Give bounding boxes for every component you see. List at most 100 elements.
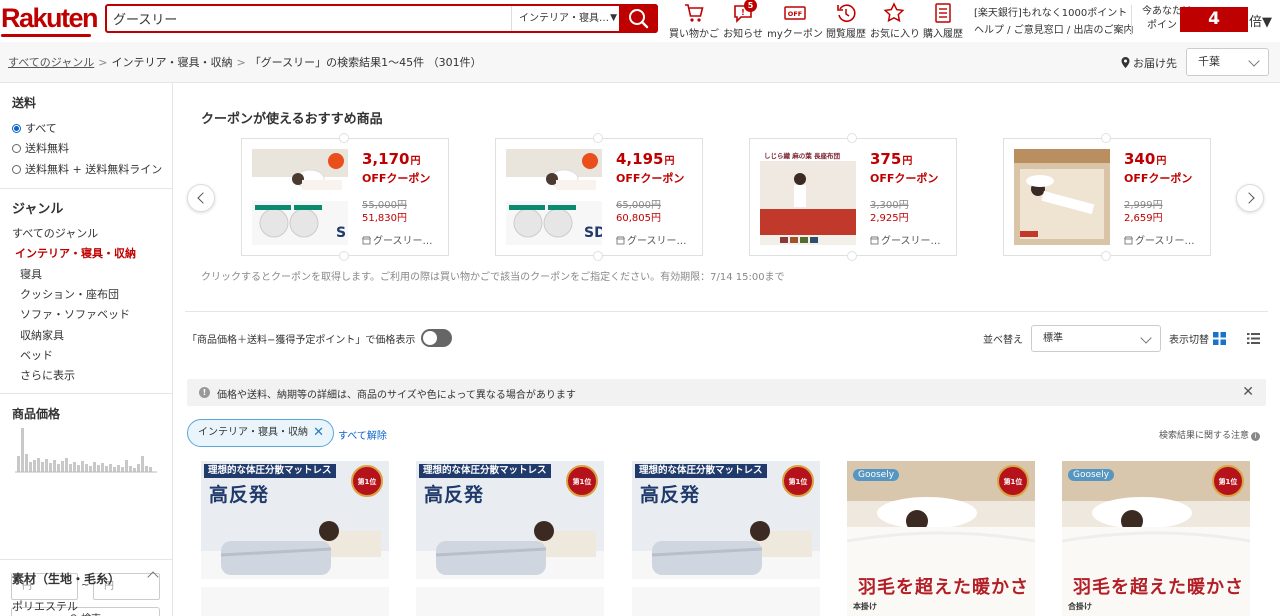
close-icon[interactable]: ✕	[313, 420, 324, 446]
search-genre-value: インテリア・寝具…	[519, 13, 609, 24]
divider	[0, 188, 172, 189]
coupon-amount: 375円	[870, 150, 913, 168]
notification-badge: 5	[744, 0, 757, 12]
purchase-history-label: 購入履歴	[923, 29, 963, 40]
coupon-shop-name: グースリー…	[1124, 232, 1195, 247]
breadcrumb-all-genres[interactable]: すべてのジャンル	[8, 56, 94, 69]
search-button[interactable]	[619, 4, 658, 33]
coupon-off-label: OFFクーポン	[362, 172, 431, 185]
breadcrumb-genre[interactable]: インテリア・寝具・収納	[111, 56, 232, 69]
product-card[interactable]: 理想的な体圧分散マットレス 高反発 第1位	[201, 461, 389, 616]
genre-active[interactable]: インテリア・寝具・収納	[15, 245, 136, 261]
filter-chip-label: インテリア・寝具・収納	[198, 427, 308, 438]
coupon-product-image	[1014, 149, 1110, 245]
genre-item-sofa[interactable]: ソファ・ソファベッド	[20, 306, 130, 322]
filter-sidebar: 送料 すべて 送料無料 送料無料 + 送料無料ライン ジャンル すべてのジャンル…	[0, 83, 173, 616]
history-link[interactable]: 閲覧履歴	[825, 2, 867, 40]
rank-badge: 第1位	[997, 465, 1029, 497]
genre-title: ジャンル	[12, 202, 64, 217]
coupon-new-price: 2,925円	[870, 213, 909, 224]
price-histogram	[15, 428, 157, 473]
price-display-toggle-label: 「商品価格＋送料−獲得予定ポイント」で価格表示	[187, 335, 416, 346]
bank-promo-link[interactable]: [楽天銀行]もれなく1000ポイント	[974, 5, 1133, 22]
product-banner: 理想的な体圧分散マットレス	[635, 464, 767, 478]
material-item-polyester[interactable]: ポリエステル	[12, 598, 78, 614]
rank-badge: 第1位	[782, 465, 814, 497]
notification-label: お知らせ	[723, 29, 763, 40]
coupon-card[interactable]: SD 4,195円 OFFクーポン 65,000円 60,805円 グースリー…	[495, 133, 703, 261]
grid-view-icon[interactable]	[1213, 332, 1226, 345]
coupon-card[interactable]: S 3,170円 OFFクーポン 55,000円 51,830円 グースリー…	[241, 133, 449, 261]
notification-link[interactable]: ! 5 お知らせ	[721, 0, 765, 40]
product-card[interactable]: 理想的な体圧分散マットレス 高反発 第1位	[416, 461, 604, 616]
notice-text: 価格や送料、納期等の詳細は、商品のサイズや色によって異なる場合があります	[217, 390, 576, 401]
genre-all[interactable]: すべてのジャンル	[12, 225, 98, 241]
coupon-amount: 3,170円	[362, 150, 421, 168]
divider	[0, 559, 172, 560]
product-headline: 高反発	[424, 484, 485, 506]
carousel-prev-button[interactable]	[187, 184, 215, 212]
coupon-off-label: OFFクーポン	[870, 172, 939, 185]
genre-show-more[interactable]: さらに表示	[20, 367, 75, 383]
coupon-size-label: S	[336, 225, 346, 241]
genre-item-storage[interactable]: 収納家具	[20, 327, 64, 343]
notice-bar: ! 価格や送料、納期等の詳細は、商品のサイズや色によって異なる場合があります ✕	[187, 379, 1266, 406]
breadcrumb-result: 「グースリー」の検索結果1〜45件 （301件）	[249, 56, 482, 69]
genre-item-cushion[interactable]: クッション・座布団	[20, 286, 119, 302]
header-links: [楽天銀行]もれなく1000ポイント ヘルプ / ご意見窓口 / 出店のご案内	[974, 5, 1133, 39]
sort-select[interactable]: 標準	[1031, 325, 1161, 352]
list-view-icon[interactable]	[1247, 332, 1260, 345]
product-card[interactable]: Goosely 第1位 羽毛を超えた暖かさ 本掛け	[847, 461, 1035, 616]
coupon-section-title: クーポンが使えるおすすめ商品	[201, 112, 383, 127]
chevron-down-icon	[1248, 55, 1260, 67]
coupon-shop-name: グースリー…	[616, 232, 687, 247]
my-coupon-link[interactable]: OFF myクーポン	[767, 2, 823, 40]
notification-icon: ! 5	[732, 0, 757, 24]
product-card[interactable]: Goosely 第1位 羽毛を超えた暖かさ 合掛け	[1062, 461, 1250, 616]
history-label: 閲覧履歴	[826, 29, 866, 40]
points-unit-dropdown[interactable]: 倍▼	[1249, 11, 1272, 30]
favorite-label: お気に入り	[870, 29, 920, 40]
coupon-new-price: 2,659円	[1124, 213, 1163, 224]
deliver-select[interactable]: 千葉	[1186, 48, 1269, 76]
coupon-amount: 4,195円	[616, 150, 675, 168]
points-multiplier[interactable]: 4	[1180, 7, 1248, 32]
purchase-history-link[interactable]: 購入履歴	[922, 2, 964, 40]
chevron-down-icon	[1140, 332, 1152, 344]
shipping-option-all[interactable]: すべて	[12, 120, 57, 136]
caret-down-icon: ▼	[610, 13, 617, 23]
carousel-next-button[interactable]	[1236, 184, 1264, 212]
header-divider	[1131, 5, 1132, 35]
cart-link[interactable]: 買い物かご	[669, 2, 719, 40]
view-toggle-label: 表示切替	[1169, 335, 1209, 346]
coupon-new-price: 60,805円	[616, 213, 661, 224]
shop-icon	[362, 236, 371, 245]
coupon-product-image: しじら織 麻の葉 長座布団	[760, 149, 856, 245]
rakuten-logo[interactable]: Rakuten	[1, 3, 99, 37]
help-links[interactable]: ヘルプ / ご意見窓口 / 出店のご案内	[974, 22, 1133, 39]
search-input[interactable]	[107, 6, 511, 31]
shipping-option-free-line[interactable]: 送料無料 + 送料無料ライン	[12, 161, 162, 177]
product-card[interactable]: 理想的な体圧分散マットレス 高反発 第1位	[632, 461, 820, 616]
rank-badge: 第1位	[1212, 465, 1244, 497]
shipping-option-free[interactable]: 送料無料	[12, 140, 69, 156]
clear-all-filters-link[interactable]: すべて解除	[338, 427, 387, 442]
search-genre-select[interactable]: インテリア・寝具… ▼	[511, 6, 621, 31]
coupon-card[interactable]: 340円 OFFクーポン 2,999円 2,659円 グースリー…	[1003, 133, 1211, 261]
search-caution-link[interactable]: 検索結果に関する注意 i	[1159, 428, 1261, 441]
product-banner: 理想的な体圧分散マットレス	[204, 464, 336, 478]
price-display-toggle[interactable]	[421, 329, 452, 347]
divider	[185, 311, 1268, 312]
brand-label: Goosely	[853, 469, 900, 481]
search-bar: インテリア・寝具… ▼	[105, 4, 658, 33]
product-headline: 高反発	[640, 484, 701, 506]
close-icon[interactable]: ✕	[1242, 384, 1254, 400]
coupon-product-image: S	[252, 149, 348, 245]
shop-icon	[1124, 236, 1133, 245]
filter-chip-genre[interactable]: インテリア・寝具・収納 ✕	[187, 419, 334, 447]
rank-badge: 第1位	[351, 465, 383, 497]
genre-item-bed[interactable]: ベッド	[20, 347, 53, 363]
genre-item-bedding[interactable]: 寝具	[20, 266, 42, 282]
coupon-card[interactable]: しじら織 麻の葉 長座布団 375円 OFFクーポン 3,300円 2,925円…	[749, 133, 957, 261]
favorite-link[interactable]: お気に入り	[870, 2, 920, 40]
